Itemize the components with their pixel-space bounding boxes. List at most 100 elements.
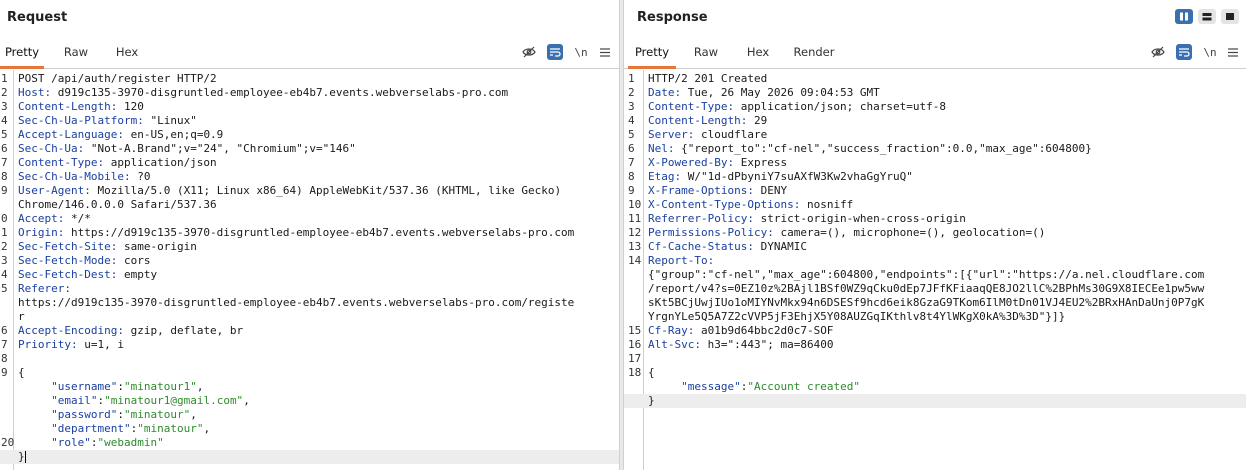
line-number: 8 — [1, 170, 8, 183]
line-text: Origin: https://d919c135-3970-disgruntle… — [18, 226, 613, 240]
line-number: 17 — [628, 352, 642, 365]
http-message-editor: Request Pretty Raw Hex \n 1 POST /api/aut… — [0, 0, 1246, 470]
line-number: 12 — [628, 226, 642, 239]
code-line: https://d919c135-3970-disgruntled-employ… — [0, 296, 619, 310]
header-name: Sec-Ch-Ua: — [18, 142, 85, 155]
line-text: X-Content-Type-Options: nosniff — [648, 198, 1240, 212]
tab-hex[interactable]: Hex — [738, 40, 778, 69]
line-number: 1 — [628, 72, 635, 85]
line-number: 8 — [1, 352, 8, 365]
wrap-lines-icon[interactable] — [547, 44, 563, 60]
line-text: Sec-Ch-Ua-Platform: "Linux" — [18, 114, 613, 128]
line-text: Accept: */* — [18, 212, 613, 226]
wrap-lines-icon[interactable] — [1176, 44, 1192, 60]
eye-slash-icon[interactable] — [521, 44, 537, 60]
response-editor[interactable]: 1 HTTP/2 201 Created 2 Date: Tue, 26 May 20… — [624, 70, 1246, 470]
text-segment: https://d919c135-3970-disgruntled-employ… — [64, 226, 575, 239]
code-line: 14 Report-To: — [624, 254, 1246, 268]
newline-icon[interactable]: \n — [573, 44, 589, 60]
line-number: 8 — [628, 170, 635, 183]
line-number: 18 — [628, 366, 642, 379]
line-number: 5 — [1, 282, 8, 295]
text-segment: a01b9d64bbc2d0c7-SOF — [694, 324, 834, 337]
json-key: "message" — [681, 380, 741, 393]
tab-pretty[interactable]: Pretty — [0, 40, 44, 69]
text-segment: sKt5BCjUwjIUo1oMIYNvMkx94n6DSESf9hcd6eik… — [648, 296, 1205, 309]
line-text: { — [648, 366, 1240, 380]
code-line: 12 Permissions-Policy: camera=(), microph… — [624, 226, 1246, 240]
request-pane: Request Pretty Raw Hex \n 1 POST /api/aut… — [0, 0, 619, 470]
text-segment: strict-origin-when-cross-origin — [753, 212, 966, 225]
tab-render[interactable]: Render — [788, 40, 840, 69]
json-key: "email" — [51, 394, 98, 407]
header-name: Sec-Ch-Ua-Platform: — [18, 114, 144, 127]
json-value: "webadmin" — [97, 436, 164, 449]
tab-raw[interactable]: Raw — [56, 40, 96, 69]
code-line: 9{ — [0, 366, 619, 380]
split-vertical-view-icon[interactable] — [1175, 9, 1193, 24]
line-number: 4 — [1, 114, 8, 127]
code-line: 7 Content-Type: application/json — [0, 156, 619, 170]
header-name: Sec-Fetch-Mode: — [18, 254, 118, 267]
line-text: "message":"Account created" — [648, 380, 1240, 394]
request-editor[interactable]: 1 POST /api/auth/register HTTP/2 2 Host: d9… — [0, 70, 619, 470]
line-text: Content-Type: application/json; charset=… — [648, 100, 1240, 114]
hamburger-menu-icon[interactable] — [597, 44, 613, 60]
split-horizontal-view-icon[interactable] — [1198, 9, 1216, 24]
line-text: Referrer-Policy: strict-origin-when-cros… — [648, 212, 1240, 226]
json-value: "minatour1" — [123, 380, 197, 393]
line-number: 2 — [628, 86, 635, 99]
line-number: 1 — [1, 226, 8, 239]
line-number: 3 — [1, 100, 8, 113]
line-number: 15 — [628, 324, 642, 337]
code-line: 15 Cf-Ray: a01b9d64bbc2d0c7-SOF — [624, 324, 1246, 338]
header-name: Content-Type: — [648, 100, 735, 113]
line-text: Date: Tue, 26 May 2026 09:04:53 GMT — [648, 86, 1240, 100]
line-number: 5 — [628, 128, 635, 141]
text-segment: camera=(), microphone=(), geolocation=() — [773, 226, 1046, 239]
text-segment — [648, 380, 681, 393]
line-text: X-Powered-By: Express — [648, 156, 1240, 170]
tab-pretty[interactable]: Pretty — [628, 40, 676, 69]
text-segment: , — [196, 380, 204, 393]
response-lines: 1 HTTP/2 201 Created 2 Date: Tue, 26 May 20… — [624, 72, 1246, 408]
tab-raw[interactable]: Raw — [686, 40, 726, 69]
line-text: /report/v4?s=0EZ10z%2BAjl1BSf0WZ9qCku0dE… — [648, 282, 1240, 296]
code-line: 13 Cf-Cache-Status: DYNAMIC — [624, 240, 1246, 254]
header-name: Cf-Ray: — [648, 324, 695, 337]
request-lines: 1 POST /api/auth/register HTTP/2 2 Host: d9… — [0, 72, 619, 464]
line-text: Permissions-Policy: camera=(), microphon… — [648, 226, 1240, 240]
line-text: "password":"minatour", — [18, 408, 613, 422]
line-text: Sec-Fetch-Site: same-origin — [18, 240, 613, 254]
line-text: Content-Length: 120 — [18, 100, 613, 114]
header-name: Server: — [648, 128, 695, 141]
json-key: "username" — [51, 380, 118, 393]
header-name: Content-Length: — [18, 100, 118, 113]
header-name: X-Frame-Options: — [648, 184, 754, 197]
json-key: "department" — [51, 422, 131, 435]
line-text: Sec-Fetch-Dest: empty — [18, 268, 613, 282]
line-number: 4 — [628, 114, 635, 127]
header-name: Date: — [648, 86, 682, 99]
json-value: "minatour" — [123, 408, 191, 421]
line-number: 4 — [1, 268, 8, 281]
code-line: 2 Sec-Fetch-Site: same-origin — [0, 240, 619, 254]
tab-hex[interactable]: Hex — [108, 40, 146, 69]
code-line: 2 Date: Tue, 26 May 2026 09:04:53 GMT — [624, 86, 1246, 100]
response-title: Response — [637, 10, 708, 25]
json-value: "Account created" — [747, 380, 860, 393]
header-name: Permissions-Policy: — [648, 226, 774, 239]
hamburger-menu-icon[interactable] — [1225, 44, 1241, 60]
json-value: "minatour" — [137, 422, 204, 435]
single-pane-view-icon[interactable] — [1221, 9, 1239, 24]
header-name: Origin: — [18, 226, 65, 239]
text-segment: } — [648, 394, 655, 407]
eye-slash-icon[interactable] — [1150, 44, 1166, 60]
line-text: r — [18, 310, 613, 324]
code-line: 7 Priority: u=1, i — [0, 338, 619, 352]
text-segment: h3=":443"; ma=86400 — [700, 338, 834, 351]
text-segment: ?0 — [130, 170, 151, 183]
line-number: 13 — [628, 240, 642, 253]
line-text: } — [18, 450, 613, 464]
newline-icon[interactable]: \n — [1202, 44, 1218, 60]
